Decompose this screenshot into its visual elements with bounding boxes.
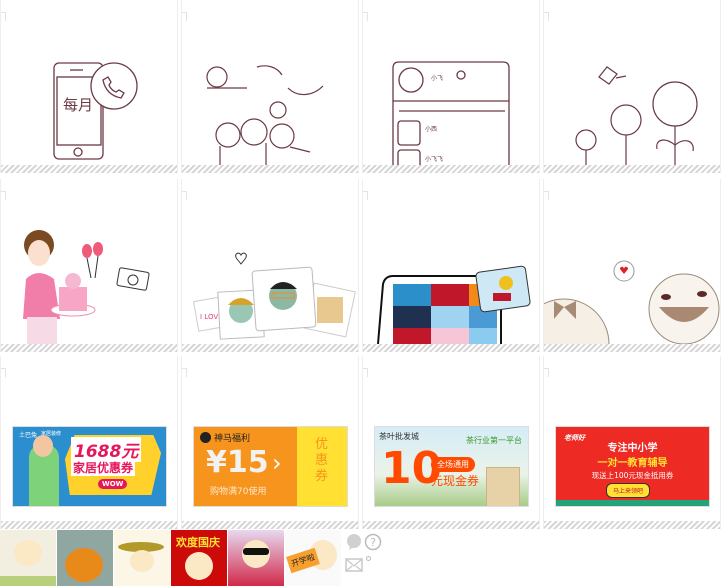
- ad-brand: 茶叶批发城: [379, 432, 419, 441]
- ad-tea-coupon[interactable]: 茶叶批发城 茶行业第一平台 10 全场通用 元现金券: [362, 356, 540, 529]
- girl-cake-illustration: [23, 230, 150, 344]
- stripe-divider: [363, 521, 539, 529]
- ad-cta-button[interactable]: 马上来领吧: [606, 483, 651, 498]
- ad-badge: WOW: [98, 479, 128, 489]
- ad-title: 家居优惠券: [71, 459, 136, 476]
- round-faces-illustration: [544, 260, 720, 344]
- ad-banner[interactable]: 老师好 专注中小学 一对一教育辅导 现送上100元现金抵用券 马上来领吧: [555, 426, 710, 507]
- ad-shenma-coupon[interactable]: 神马福利 ¥15 › 购物满70使用 优惠券: [181, 356, 359, 529]
- thumb-straw-hat[interactable]: [114, 530, 170, 586]
- stripe-divider: [1, 165, 177, 173]
- ad-line1: 专注中小学: [607, 443, 658, 454]
- skin-girl-cake[interactable]: [0, 179, 178, 352]
- phone-call-illustration: 每月: [53, 62, 138, 160]
- ad-brand: 神马福利: [214, 434, 251, 444]
- thumb-text: 欢度国庆: [176, 536, 220, 549]
- ad-line3: 现送上100元现金抵用券: [591, 471, 674, 480]
- skin-round-faces[interactable]: [543, 179, 721, 352]
- ad-banner[interactable]: 土巴兔 家居装修 1688元 家居优惠券 WOW: [12, 426, 167, 507]
- stripe-divider: [544, 165, 720, 173]
- skin-sun-moon-friends[interactable]: [181, 0, 359, 173]
- thumb-garden[interactable]: [0, 530, 56, 586]
- ad-condition: 购物满70使用: [210, 487, 267, 497]
- sun-moon-illustration: [206, 65, 324, 165]
- thumb-text: 开学啦: [286, 547, 320, 574]
- chat-bubble-icon[interactable]: [345, 533, 363, 551]
- stripe-divider: [544, 521, 720, 529]
- ad-slogan: 茶行业第一平台: [466, 436, 522, 445]
- svg-text:每月: 每月: [63, 96, 93, 114]
- help-icon[interactable]: ?: [364, 533, 382, 551]
- skin-contact-list[interactable]: 小飞 小西 小飞飞: [362, 0, 540, 173]
- stripe-divider: [1, 521, 177, 529]
- photo-tablet-illustration: [377, 265, 531, 344]
- thumb-pumpkin[interactable]: [57, 530, 113, 586]
- stripe-divider: [544, 344, 720, 352]
- svg-text:小西: 小西: [425, 125, 437, 133]
- ad-brand: 土巴兔: [19, 432, 38, 439]
- stripe-divider: [182, 521, 358, 529]
- ad-amount: ¥15: [206, 445, 269, 480]
- svg-text:小飞: 小飞: [431, 74, 443, 82]
- skin-photo-tablet[interactable]: [362, 179, 540, 352]
- ad-title: 元现金券: [431, 474, 480, 488]
- skin-avatar-cards[interactable]: I LOVE mom: [181, 179, 359, 352]
- svg-text:?: ?: [370, 536, 376, 549]
- contact-list-illustration: 小飞 小西 小飞飞: [392, 61, 510, 165]
- sunflower-illustration: [575, 66, 698, 165]
- ad-tutoring-coupon[interactable]: 老师好 专注中小学 一对一教育辅导 现送上100元现金抵用券 马上来领吧: [543, 356, 721, 529]
- avatar-cards-illustration: I LOVE mom: [193, 252, 356, 340]
- thumb-school[interactable]: 开学啦: [285, 530, 341, 586]
- thumb-national-day[interactable]: 欢度国庆: [171, 530, 227, 586]
- stripe-divider: [363, 344, 539, 352]
- thumb-sunglasses[interactable]: [228, 530, 284, 586]
- ad-side-label: 优惠券: [315, 437, 329, 484]
- stripe-divider: [182, 344, 358, 352]
- ad-home-coupon[interactable]: 土巴兔 家居装修 1688元 家居优惠券 WOW: [0, 356, 178, 529]
- ad-tag: 全场通用: [431, 457, 475, 472]
- ad-banner[interactable]: 茶叶批发城 茶行业第一平台 10 全场通用 元现金券: [374, 426, 529, 507]
- stripe-divider: [1, 344, 177, 352]
- stripe-divider: [363, 165, 539, 173]
- mail-icon[interactable]: [345, 556, 363, 574]
- skin-sunflowers[interactable]: [543, 0, 721, 173]
- skin-monthly-phone[interactable]: 每月: [0, 0, 178, 173]
- status-dot: [366, 556, 371, 561]
- svg-text:小飞飞: 小飞飞: [425, 155, 443, 163]
- ad-banner[interactable]: 神马福利 ¥15 › 购物满70使用 优惠券: [193, 426, 348, 507]
- stripe-divider: [182, 165, 358, 173]
- ad-line2: 一对一教育辅导: [597, 458, 668, 469]
